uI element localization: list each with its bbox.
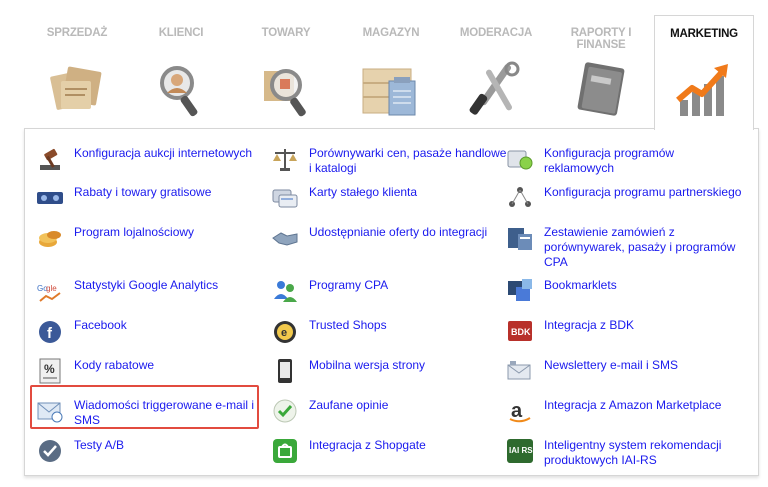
tab-label: SPRZEDAŻ bbox=[46, 27, 108, 39]
email-clock-icon bbox=[37, 402, 63, 423]
menu-item-label: Integracja z BDK bbox=[544, 318, 635, 332]
menu-item-label: Konfiguracja programów reklamowych bbox=[544, 146, 675, 175]
menu-item-label: Konfiguracja aukcji internetowych bbox=[74, 146, 253, 160]
menu-item-label: Karty stałego klienta bbox=[309, 185, 418, 199]
checkmark-icon bbox=[273, 399, 297, 423]
menu-item-label: Program lojalnościowy bbox=[74, 225, 195, 239]
tab-magazyn[interactable]: MAGAZYN bbox=[342, 15, 440, 128]
users-cpa-icon bbox=[274, 281, 297, 302]
tab-label: MODERACJA bbox=[459, 27, 533, 39]
menu-item-label: Zaufane opinie bbox=[309, 398, 389, 412]
menu-item-label: Rabaty i towary gratisowe bbox=[74, 185, 212, 199]
menu-item-label: Newslettery e-mail i SMS bbox=[544, 358, 679, 372]
menu-item-label: Porównywarki cen, pasaże handlowe i kata… bbox=[309, 146, 507, 175]
tab-moderacja[interactable]: MODERACJA bbox=[447, 15, 545, 128]
newsletter-icon bbox=[507, 361, 531, 380]
orders-summary-icon bbox=[508, 228, 532, 250]
menu-item-label: Udostępnianie oferty do integracji bbox=[309, 225, 488, 239]
tools-icon bbox=[469, 61, 520, 115]
menu-item-label: Trusted Shops bbox=[309, 318, 387, 332]
menu-item-label: Mobilna wersja strony bbox=[309, 358, 426, 372]
tab-label: MAGAZYN bbox=[362, 27, 420, 39]
facebook-icon: f bbox=[39, 321, 61, 343]
trusted-shops-icon: e bbox=[274, 321, 296, 343]
discount-icon bbox=[37, 192, 63, 204]
menu-item-label: Facebook bbox=[74, 318, 127, 332]
coins-icon bbox=[39, 231, 61, 247]
handshake-icon bbox=[272, 232, 298, 246]
svg-text:%: % bbox=[44, 362, 55, 376]
svg-text:BDK: BDK bbox=[511, 327, 531, 337]
percent-code-icon: % bbox=[39, 358, 61, 384]
ab-test-icon bbox=[39, 440, 61, 462]
svg-text:a: a bbox=[511, 400, 523, 422]
tab-klienci[interactable]: KLIENCI bbox=[132, 15, 230, 128]
menu-item-label: Kody rabatowe bbox=[74, 358, 155, 372]
menu-item-label: Bookmarklets bbox=[544, 278, 617, 292]
client-search-icon bbox=[160, 66, 198, 117]
tab-towary[interactable]: TOWARY bbox=[237, 15, 335, 128]
iai-rs-icon: IAI RS bbox=[507, 439, 533, 463]
product-search-icon bbox=[264, 69, 306, 117]
mobile-phone-icon bbox=[278, 359, 292, 383]
menu-item-label: Zestawienie zamówień z porównywarek, pas… bbox=[544, 225, 736, 269]
svg-text:IAI RS: IAI RS bbox=[509, 446, 533, 455]
loyalty-cards-icon bbox=[272, 189, 298, 208]
ad-program-icon bbox=[507, 150, 533, 170]
menu-item-label: Konfiguracja programu partnerskiego bbox=[544, 185, 742, 199]
menu-item-label: Programy CPA bbox=[309, 278, 389, 292]
tab-label: RAPORTY I FINANSE bbox=[570, 27, 632, 51]
documents-icon bbox=[50, 66, 102, 110]
bookmarklets-icon bbox=[508, 279, 532, 301]
warehouse-crate-icon bbox=[362, 68, 416, 116]
shopgate-icon bbox=[273, 439, 297, 463]
partner-network-icon bbox=[509, 187, 531, 207]
menu-item-label: Testy A/B bbox=[74, 438, 125, 452]
main-nav-tabs: SPRZEDAŻ KLIENCI TOWARY MAGAZYN MODERACJ… bbox=[0, 0, 768, 130]
tab-marketing[interactable]: MARKETING bbox=[654, 15, 754, 130]
tab-label: TOWARY bbox=[261, 27, 311, 39]
svg-text:gle: gle bbox=[46, 284, 57, 293]
menu-item-label: Inteligentny system rekomendacji produkt… bbox=[544, 438, 722, 467]
tab-sprzedaz[interactable]: SPRZEDAŻ bbox=[28, 15, 126, 128]
menu-item-label: Integracja z Amazon Marketplace bbox=[544, 398, 722, 412]
amazon-icon: a bbox=[509, 400, 531, 423]
growth-chart-icon bbox=[676, 64, 728, 116]
bdk-icon: BDK bbox=[508, 321, 532, 341]
tab-label: KLIENCI bbox=[158, 27, 204, 39]
google-analytics-icon: Go gle bbox=[37, 284, 61, 302]
report-book-icon bbox=[577, 62, 625, 116]
menu-item-label: Integracja z Shopgate bbox=[309, 438, 426, 452]
svg-text:e: e bbox=[281, 327, 287, 339]
tab-label: MARKETING bbox=[670, 28, 738, 40]
scales-icon bbox=[273, 149, 297, 171]
gavel-icon bbox=[40, 148, 60, 170]
tab-raporty-finanse[interactable]: RAPORTY I FINANSE bbox=[552, 15, 650, 128]
menu-item-label: Wiadomości triggerowane e-mail i SMS bbox=[74, 398, 255, 427]
menu-item-label: Statystyki Google Analytics bbox=[74, 278, 219, 292]
